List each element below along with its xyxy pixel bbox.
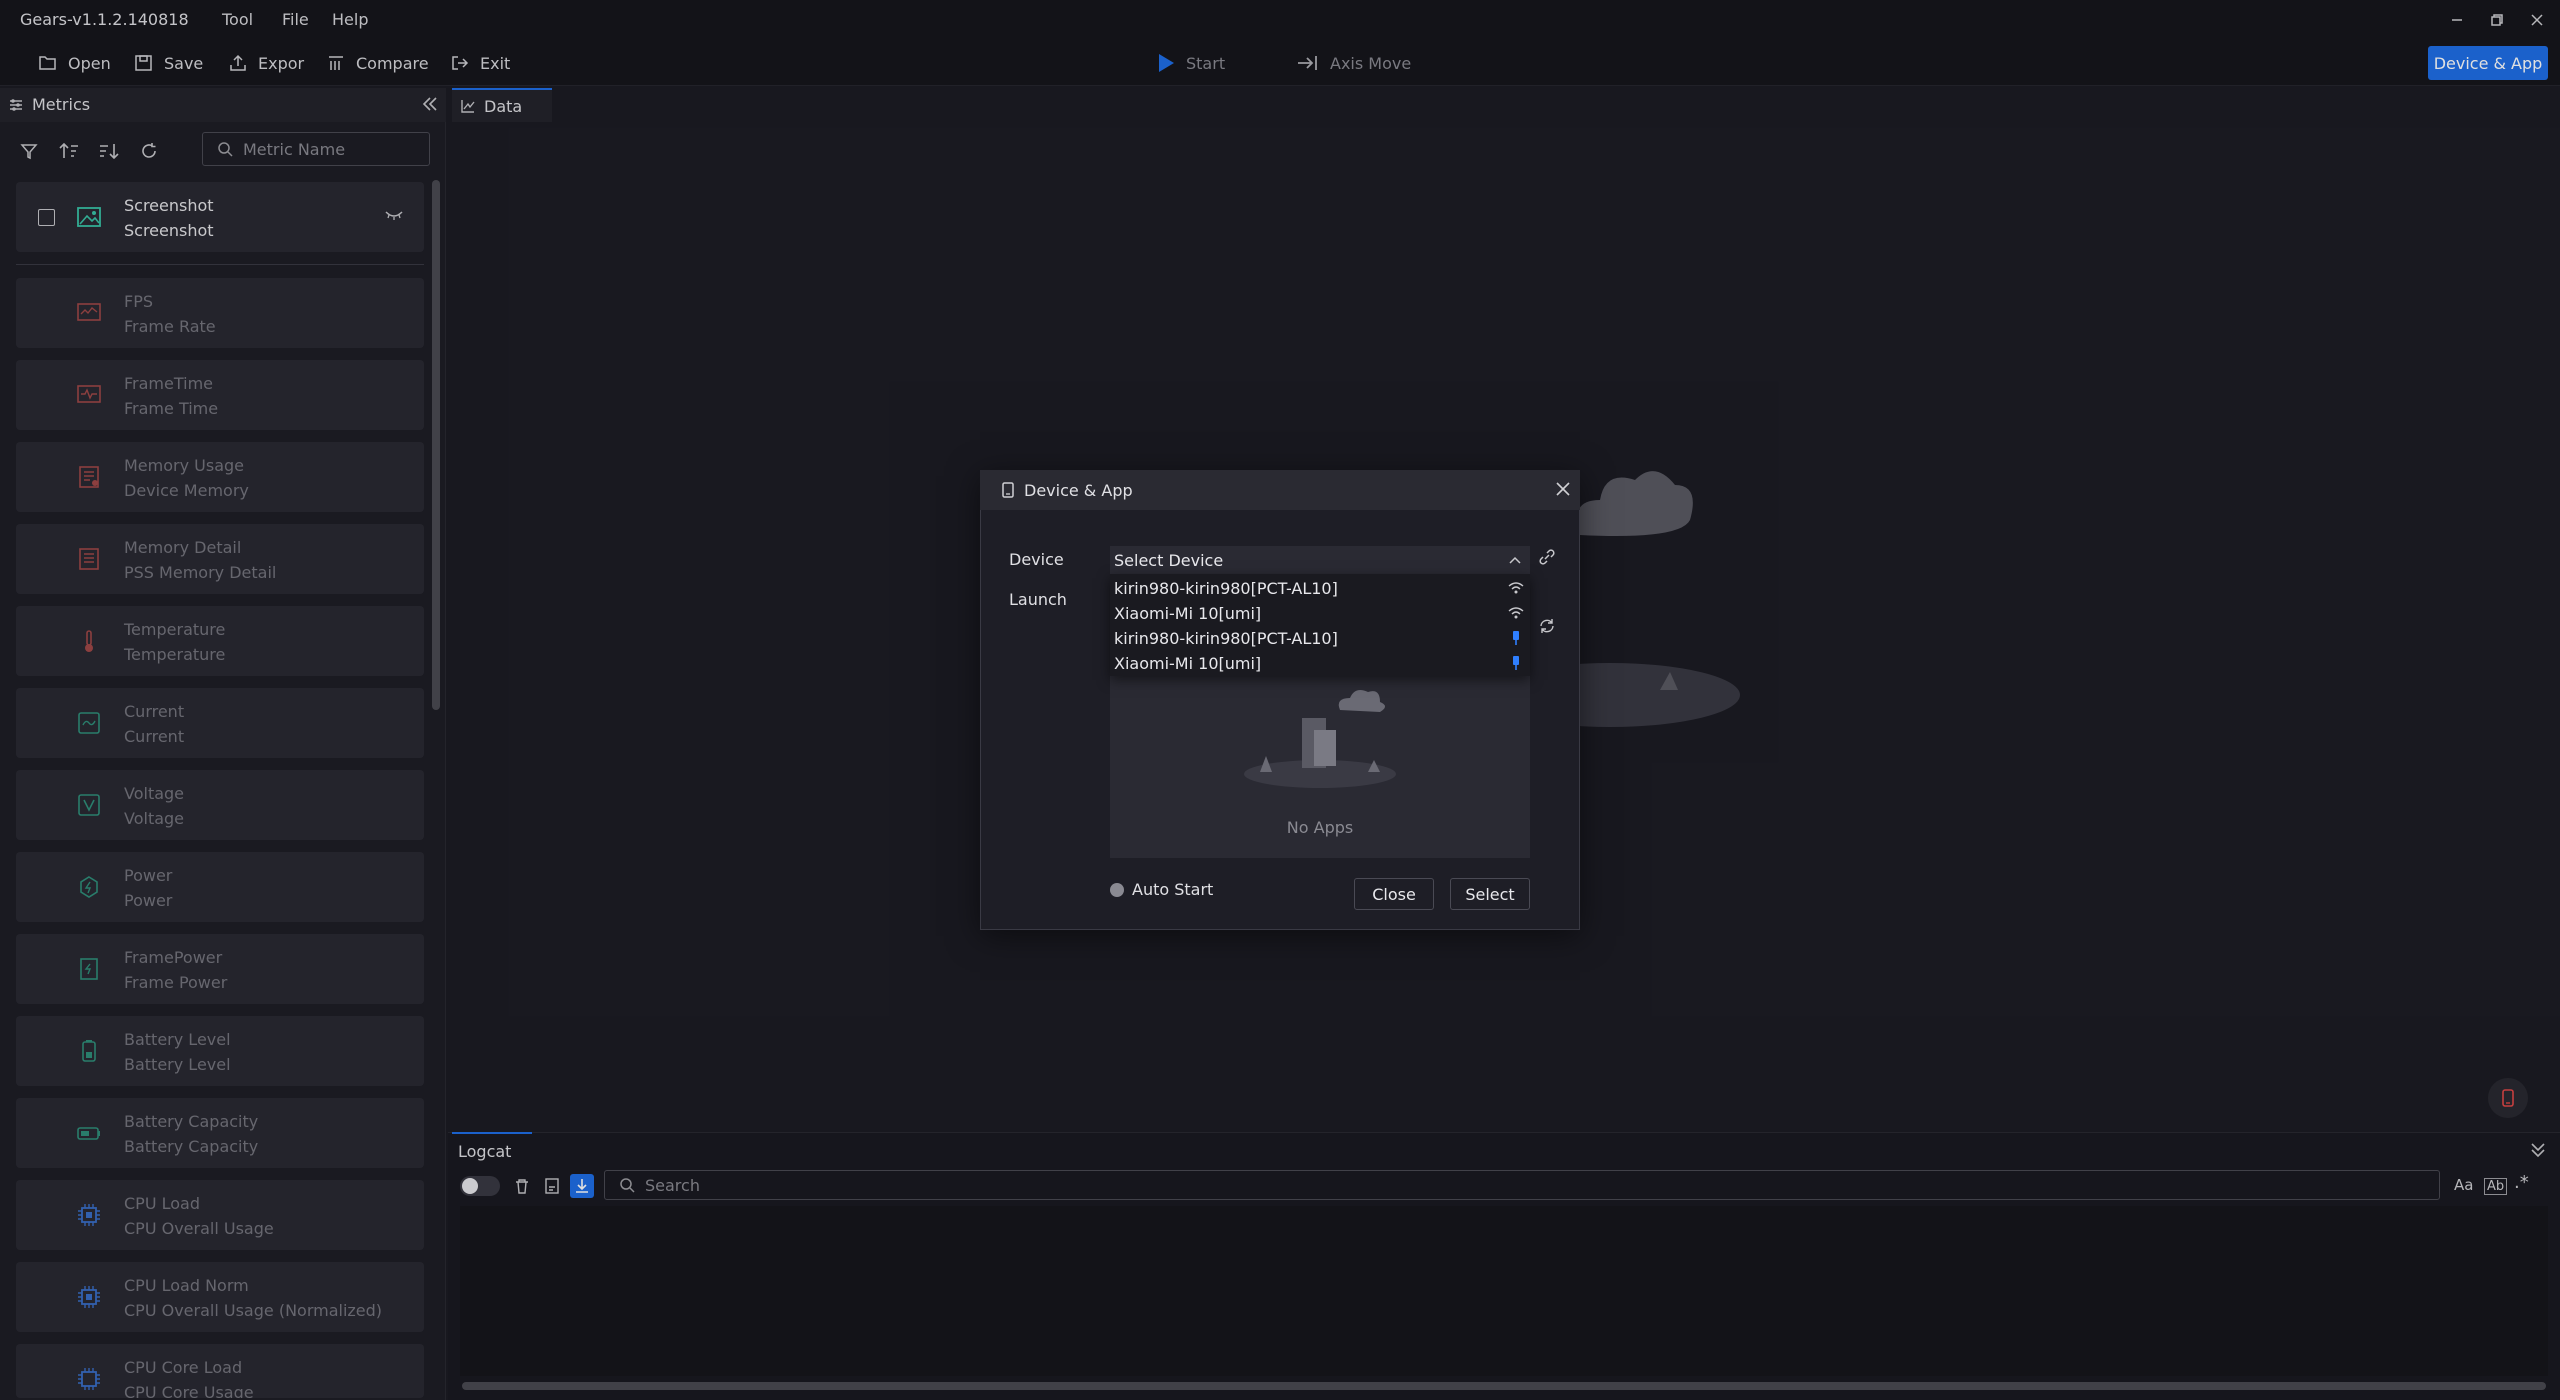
device-option-label: kirin980-kirin980[PCT-AL10]	[1114, 578, 1338, 598]
usb-icon	[1513, 631, 1519, 645]
connect-link-button[interactable]	[1538, 548, 1556, 566]
device-option[interactable]: Xiaomi-Mi 10[umi]	[1114, 601, 1526, 625]
device-option-label: kirin980-kirin980[PCT-AL10]	[1114, 628, 1338, 648]
chevron-up-icon	[1509, 556, 1521, 564]
phone-icon	[1002, 482, 1014, 498]
no-apps-illustration	[1240, 682, 1400, 792]
no-apps-text: No Apps	[1286, 818, 1354, 837]
close-button[interactable]: Close	[1354, 878, 1434, 910]
auto-start-option[interactable]: Auto Start	[1110, 880, 1213, 899]
select-button[interactable]: Select	[1450, 878, 1530, 910]
dialog-close-button[interactable]	[1552, 478, 1574, 500]
device-option-label: Xiaomi-Mi 10[umi]	[1114, 653, 1262, 673]
device-option[interactable]: kirin980-kirin980[PCT-AL10]	[1114, 626, 1526, 650]
usb-icon	[1513, 656, 1519, 670]
close-icon	[1556, 482, 1570, 496]
device-option[interactable]: kirin980-kirin980[PCT-AL10]	[1114, 576, 1526, 600]
dialog-title: Device & App	[1024, 480, 1133, 500]
launch-label: Launch	[1009, 590, 1067, 609]
auto-start-label: Auto Start	[1132, 880, 1214, 899]
wifi-icon	[1508, 582, 1524, 594]
auto-start-radio[interactable]	[1110, 882, 1124, 897]
device-option-label: Xiaomi-Mi 10[umi]	[1114, 603, 1262, 623]
link-icon	[1539, 549, 1555, 565]
device-select-value: Select Device	[1114, 550, 1224, 570]
device-option[interactable]: Xiaomi-Mi 10[umi]	[1114, 651, 1526, 675]
refresh-apps-button[interactable]	[1538, 617, 1556, 635]
device-select[interactable]: Select Device	[1110, 546, 1530, 574]
device-label: Device	[1009, 550, 1064, 569]
wifi-icon	[1508, 607, 1524, 619]
refresh-icon	[1540, 619, 1554, 633]
dialog-header: Device & App	[980, 470, 1580, 510]
